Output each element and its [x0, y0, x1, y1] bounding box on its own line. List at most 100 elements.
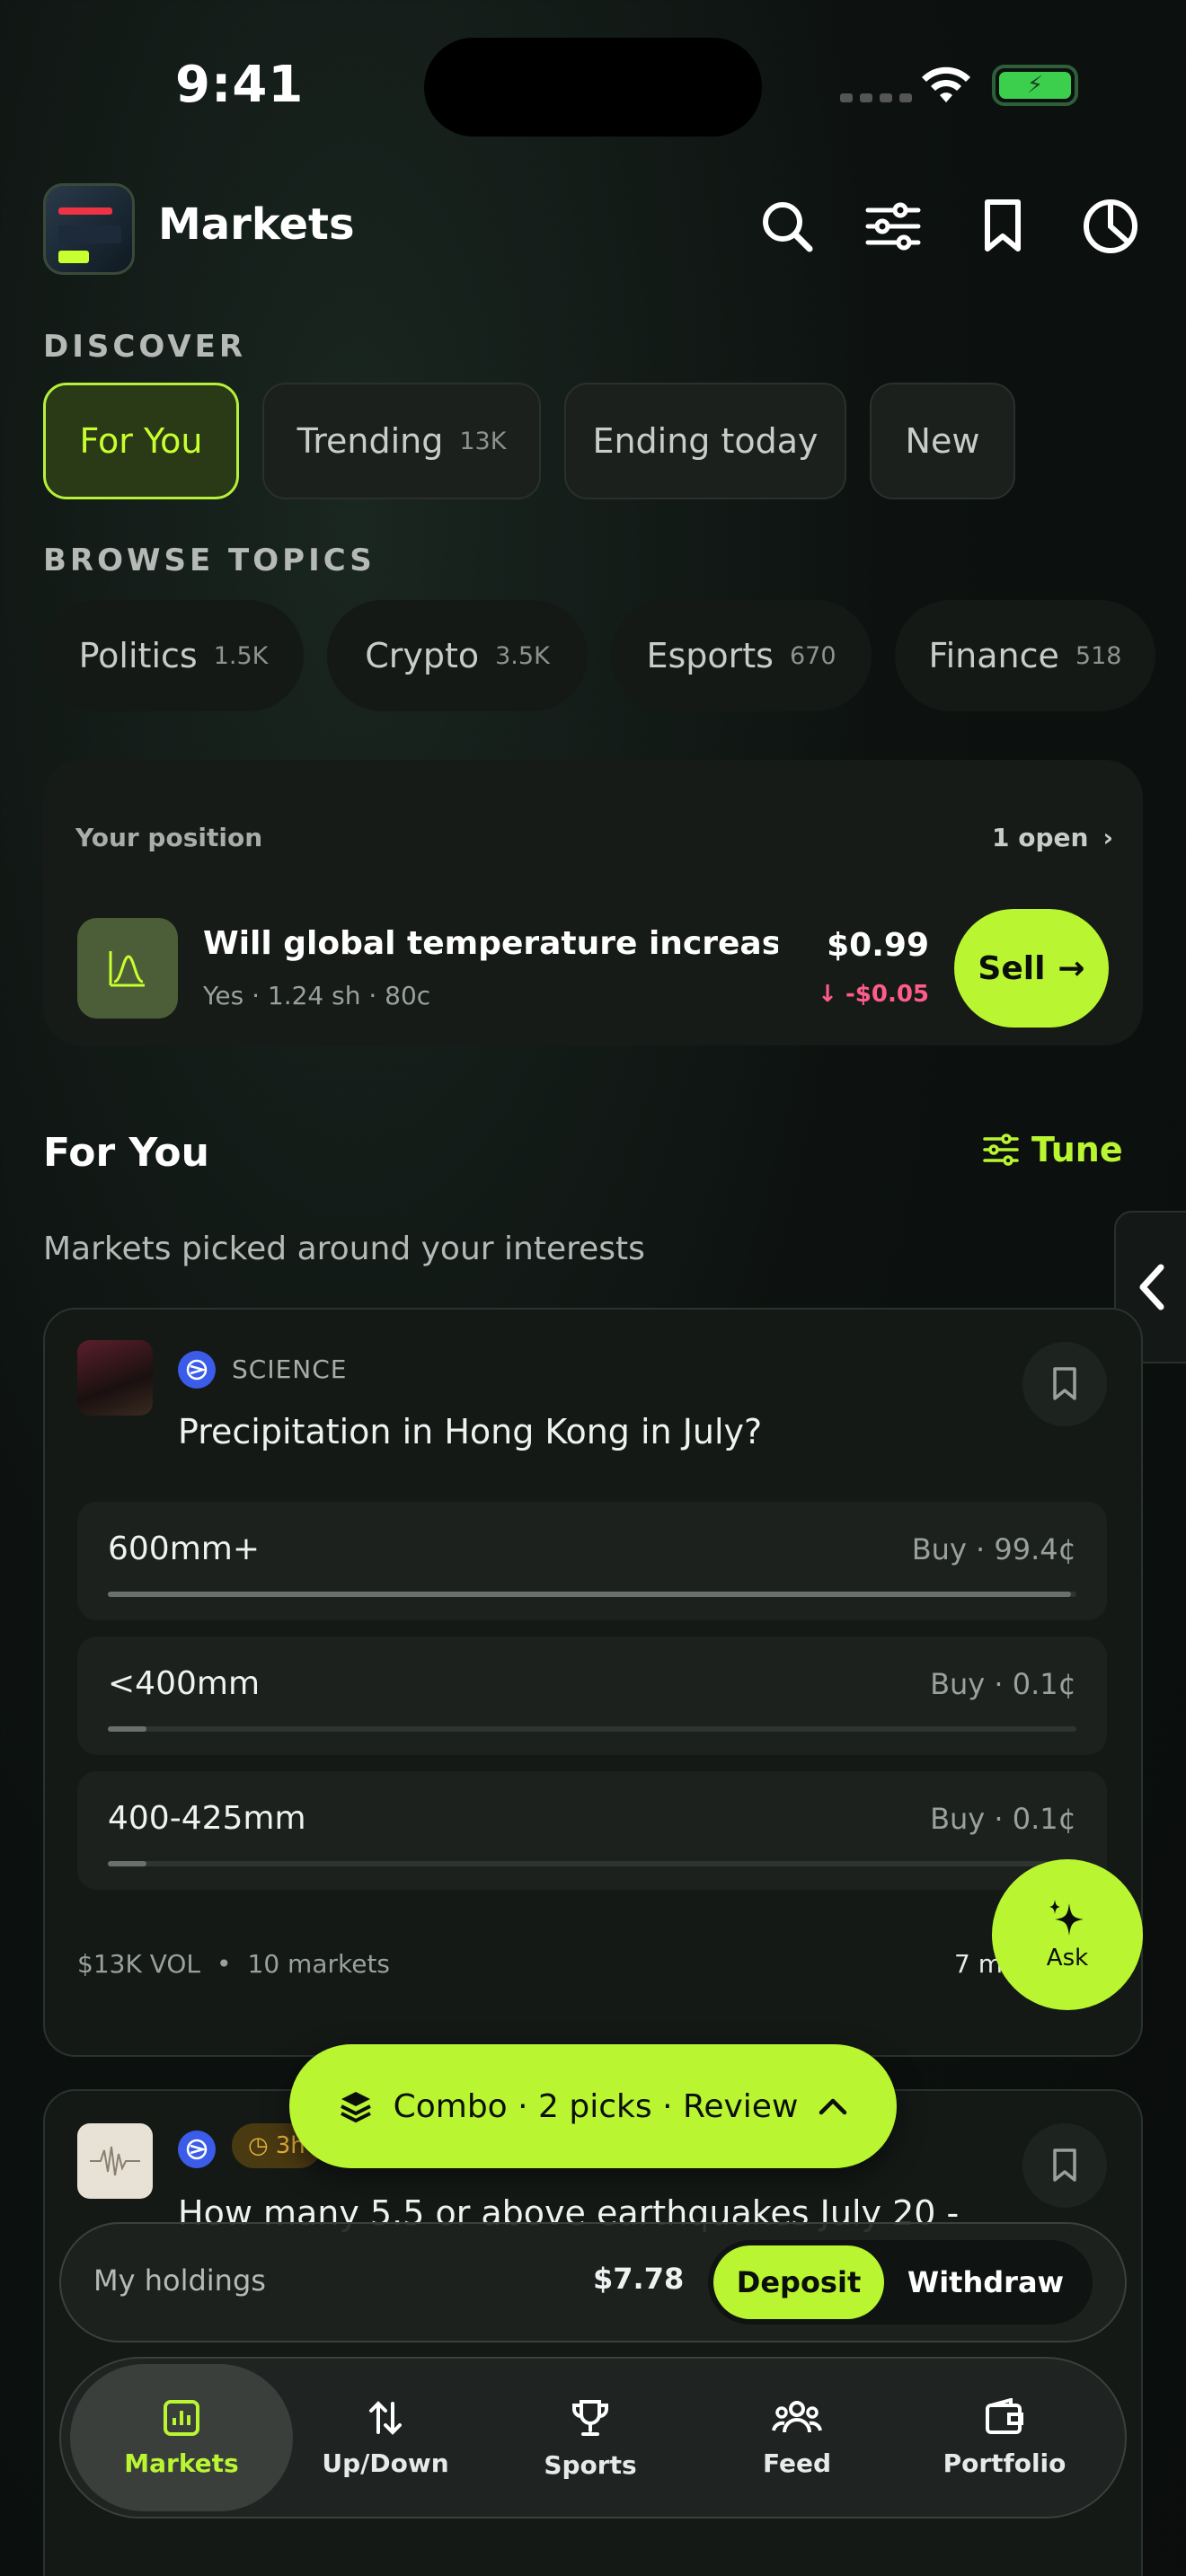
- chip-trending[interactable]: Trending 13K: [262, 383, 541, 499]
- combo-label: Combo · 2 picks · Review: [393, 2087, 799, 2125]
- outcome-buy-price[interactable]: Buy · 0.1¢: [930, 1667, 1076, 1701]
- outcome-name: 600mm+: [108, 1531, 261, 1567]
- app-logo: [43, 183, 135, 275]
- outcome-row[interactable]: 400-425mm Buy · 0.1¢: [77, 1771, 1107, 1890]
- tab-portfolio[interactable]: Portfolio: [918, 2364, 1091, 2511]
- topic-count: 670: [789, 641, 836, 670]
- tab-feed[interactable]: Feed: [712, 2364, 882, 2511]
- delta-value: -$0.05: [845, 981, 929, 1008]
- market-category: SCIENCE: [232, 1354, 348, 1384]
- chip-ending-today[interactable]: Ending today: [564, 383, 846, 499]
- seismograph-icon: [90, 2146, 140, 2176]
- outcome-row[interactable]: 600mm+ Buy · 99.4¢: [77, 1502, 1107, 1620]
- chip-label: For You: [79, 421, 203, 461]
- topic-esports[interactable]: Esports 670: [611, 600, 872, 711]
- chip-for-you[interactable]: For You: [43, 383, 239, 499]
- holdings-value: $7.78: [593, 2262, 685, 2296]
- layers-icon: [340, 2092, 371, 2123]
- search-icon[interactable]: [755, 194, 819, 259]
- bookmark-icon: [1053, 1367, 1076, 1400]
- tune-button[interactable]: Tune: [983, 1130, 1123, 1169]
- market-volume: $13K VOL • 10 markets: [77, 1949, 390, 1979]
- topic-crypto[interactable]: Crypto 3.5K: [327, 600, 588, 711]
- chevron-right-icon: ›: [1102, 823, 1113, 852]
- position-delta: ↓ -$0.05: [809, 981, 929, 1008]
- section-title: For You: [43, 1130, 209, 1176]
- bookmark-button[interactable]: [1022, 2123, 1107, 2208]
- sell-button[interactable]: Sell →: [954, 909, 1109, 1028]
- market-thumbnail: [77, 2123, 153, 2199]
- section-subtitle: Markets picked around your interests: [43, 1231, 645, 1267]
- tab-label: Sports: [544, 2449, 637, 2480]
- holdings-label: My holdings: [93, 2263, 266, 2298]
- arrow-down-icon: ↓: [818, 981, 845, 1008]
- outcome-row[interactable]: <400mm Buy · 0.1¢: [77, 1636, 1107, 1755]
- signal-icon: [840, 93, 912, 102]
- withdraw-button[interactable]: Withdraw: [884, 2245, 1087, 2319]
- position-label: Your position: [75, 823, 263, 852]
- ask-ai-button[interactable]: Ask: [992, 1859, 1143, 2010]
- bookmark-icon[interactable]: [970, 194, 1035, 259]
- chip-new[interactable]: New: [870, 383, 1015, 499]
- probability-bar: [108, 1592, 1076, 1597]
- position-open-link[interactable]: 1 open ›: [992, 823, 1113, 852]
- tab-label: Feed: [762, 2448, 831, 2478]
- chevron-up-icon: [819, 2098, 847, 2115]
- topic-label: Crypto: [365, 636, 480, 675]
- category-badge-icon: [178, 1351, 216, 1389]
- chip-label: Trending: [296, 421, 444, 461]
- deposit-button[interactable]: Deposit: [713, 2245, 884, 2319]
- topic-count: 3.5K: [495, 641, 550, 670]
- dynamic-island: [424, 38, 762, 137]
- outcome-name: <400mm: [108, 1665, 261, 1702]
- topic-finance[interactable]: Finance 518: [895, 600, 1155, 711]
- filter-sliders-icon[interactable]: [861, 194, 925, 259]
- trophy-icon: [572, 2399, 608, 2436]
- bookmark-icon: [1053, 2148, 1076, 2182]
- topic-label: Esports: [646, 636, 774, 675]
- chart-icon: [164, 2399, 199, 2436]
- sparkle-icon: [1049, 1900, 1084, 1936]
- outcome-buy-price[interactable]: Buy · 99.4¢: [912, 1532, 1076, 1566]
- page-title: Markets: [158, 199, 355, 250]
- tab-label: Portfolio: [943, 2448, 1067, 2478]
- pie-chart-icon[interactable]: [1078, 194, 1143, 259]
- discover-label: DISCOVER: [43, 329, 247, 365]
- ask-label: Ask: [1046, 1945, 1089, 1972]
- tab-sports[interactable]: Sports: [505, 2364, 676, 2511]
- probability-fill: [108, 1726, 147, 1732]
- probability-fill: [108, 1592, 1071, 1597]
- markets-count: 10 markets: [247, 1949, 391, 1979]
- tab-markets[interactable]: Markets: [70, 2364, 293, 2511]
- bookmark-button[interactable]: [1022, 1342, 1107, 1426]
- position-thumbnail: [77, 918, 178, 1019]
- probability-bar: [108, 1861, 1076, 1866]
- probability-fill: [108, 1861, 147, 1866]
- topic-count: 1.5K: [213, 641, 269, 670]
- updown-icon: [369, 2400, 402, 2435]
- market-question: Precipitation in Hong Kong in July?: [178, 1412, 763, 1451]
- tab-up-down[interactable]: Up/Down: [300, 2364, 471, 2511]
- position-details: Yes · 1.24 sh · 80c: [203, 981, 431, 1010]
- browse-topics-label: BROWSE TOPICS: [43, 543, 376, 578]
- topic-count: 518: [1075, 641, 1122, 670]
- deposit-withdraw-toggle: Deposit Withdraw: [708, 2240, 1093, 2325]
- sell-label: Sell: [978, 949, 1046, 987]
- tune-label: Tune: [1031, 1130, 1123, 1169]
- topic-politics[interactable]: Politics 1.5K: [43, 600, 304, 711]
- position-open-count: 1 open: [992, 823, 1089, 852]
- market-thumbnail: [77, 1340, 153, 1416]
- category-badge-icon: [178, 2130, 216, 2168]
- battery-icon: ⚡: [992, 65, 1078, 106]
- curve-chart-icon: [109, 951, 145, 987]
- wifi-icon: [918, 63, 974, 110]
- outcome-buy-price[interactable]: Buy · 0.1¢: [930, 1802, 1076, 1836]
- chevron-left-icon: [1139, 1264, 1164, 1310]
- chip-count: 13K: [459, 427, 507, 455]
- arrow-right-icon: →: [1058, 949, 1085, 987]
- chip-label: New: [905, 421, 980, 461]
- dot-separator: •: [217, 1949, 232, 1979]
- combo-review-button[interactable]: Combo · 2 picks · Review: [289, 2044, 897, 2168]
- outcome-name: 400-425mm: [108, 1800, 306, 1837]
- tab-label: Markets: [124, 2448, 239, 2478]
